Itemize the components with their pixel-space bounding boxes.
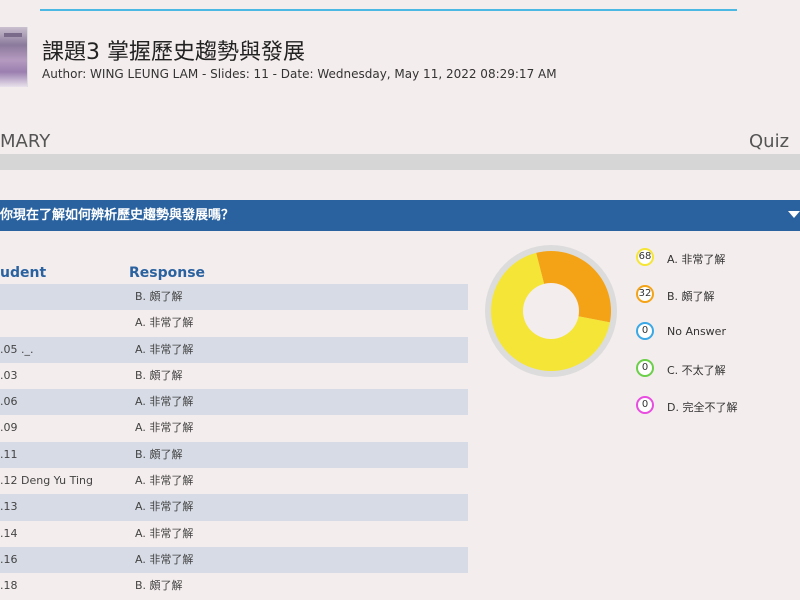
table-row: .14 A. 非常了解 [0,521,468,547]
legend-label: No Answer [667,325,726,338]
response-value: A. 非常了解 [135,552,194,566]
lesson-thumbnail[interactable] [0,27,28,87]
response-value: B. 頗了解 [135,368,183,382]
response-value: B. 頗了解 [135,290,183,303]
response-table: B. 頗了解 A. 非常了解 .05 ._. A. 非常了解 .03 B. 頗了解 … [0,284,468,600]
response-value: A. 非常了解 [135,395,194,409]
table-row: .12 Deng Yu Ting A. 非常了解 [0,468,468,494]
chevron-down-icon[interactable] [788,211,800,218]
legend-count-badge: 0 [636,396,654,414]
lesson-title: 課題3 掌握歷史趨勢與發展 [42,40,305,65]
student-name: .13 [0,500,18,514]
legend-label: B. 頗了解 [667,290,715,303]
response-donut-chart [485,245,617,377]
donut-hole [523,283,579,339]
header-accent-line [40,9,737,11]
table-row: .16 A. 非常了解 [0,546,468,574]
response-value: B. 頗了解 [135,579,183,593]
table-row: .06 A. 非常了解 [0,389,468,416]
student-name: .14 [0,526,18,540]
tab-summary[interactable]: MARY [0,131,50,152]
legend-label: D. 完全不了解 [667,401,738,414]
legend-count-badge: 68 [636,248,654,266]
response-value: A. 非常了解 [135,316,194,330]
response-value: A. 非常了解 [135,421,194,435]
legend-label: C. 不太了解 [667,364,726,377]
student-name: .03 [0,368,18,382]
student-name: .12 Deng Yu Ting [0,474,93,488]
question-header[interactable]: 你現在了解如何辨析歷史趨勢與發展嗎？ [0,200,800,231]
legend-count-badge: 0 [636,359,654,377]
response-column-header[interactable]: Response [129,265,205,281]
response-value: A. 非常了解 [135,474,194,488]
student-name: .09 [0,421,18,435]
table-row: B. 頗了解 [0,284,468,311]
student-column-header[interactable]: udent [0,265,46,281]
table-row: .11 B. 頗了解 [0,441,468,469]
table-row: .05 ._. A. 非常了解 [0,336,468,363]
table-row: .18 B. 頗了解 [0,573,468,599]
response-value: A. 非常了解 [135,342,194,356]
student-name: .05 ._. [0,342,34,356]
response-value: A. 非常了解 [135,526,194,540]
lesson-meta: Author: WING LEUNG LAM - Slides: 11 - Da… [42,67,557,81]
response-value: B. 頗了解 [135,447,183,461]
legend-count-badge: 32 [636,285,654,303]
legend-label: A. 非常了解 [667,253,726,266]
question-text: 你現在了解如何辨析歷史趨勢與發展嗎？ [0,208,235,223]
student-name: .18 [0,579,18,593]
response-value: A. 非常了解 [135,500,194,514]
table-row: .13 A. 非常了解 [0,494,468,521]
tab-divider-bar [0,154,800,170]
student-name: .16 [0,552,18,566]
table-row: .03 B. 頗了解 [0,363,468,389]
table-row: A. 非常了解 [0,310,468,336]
table-row: .09 A. 非常了解 [0,415,468,441]
tab-quiz[interactable]: Quiz [749,131,789,152]
student-name: .11 [0,447,18,461]
student-name: .06 [0,395,18,409]
legend-count-badge: 0 [636,322,654,340]
